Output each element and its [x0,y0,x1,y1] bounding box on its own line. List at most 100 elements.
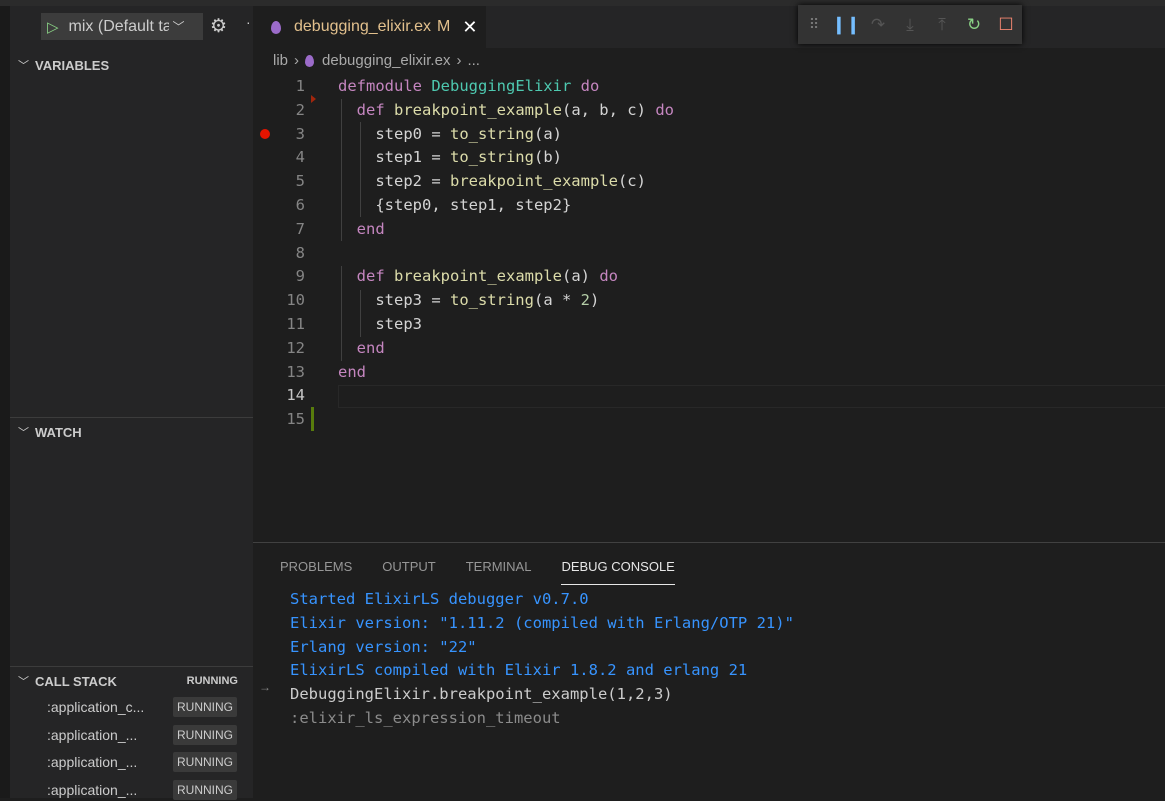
code-token: def [338,101,394,119]
code-line[interactable]: 7 end [253,218,1165,242]
code-token: end [338,339,385,357]
line-number: 11 [253,313,305,337]
code-line[interactable]: 6 {step0, step1, step2} [253,194,1165,218]
line-number: 10 [253,289,305,313]
frame-name: :application_... [47,782,162,798]
code-token: {step0, step1, step2} [338,196,571,214]
line-number: 1 [253,75,305,99]
code-line[interactable]: 4 step1 = to_string(b) [253,146,1165,170]
frame-status-badge: RUNNING [173,697,237,717]
line-number: 9 [253,265,305,289]
tab-problems[interactable]: PROBLEMS [280,559,352,585]
chevron-down-icon: ﹀ [18,57,29,73]
code-line[interactable]: 11 step3 [253,313,1165,337]
line-text: end [338,361,366,385]
code-token: to_string [450,125,534,143]
code-line[interactable]: 12 end [253,337,1165,361]
pause-icon[interactable]: ❙❙ [830,15,862,35]
code-token: to_string [450,148,534,166]
line-text: step2 = breakpoint_example(c) [338,170,646,194]
code-token: step0 = [338,125,450,143]
code-token: step3 = [338,291,450,309]
step-over-icon[interactable]: ↷ [862,15,894,35]
call-stack-frame[interactable]: :application_c...RUNNING [47,696,247,718]
bottom-panel: PROBLEMS OUTPUT TERMINAL DEBUG CONSOLE → St… [253,542,1165,798]
restart-icon[interactable]: ↻ [958,15,990,35]
code-line[interactable]: 15 [253,408,1165,432]
git-added-indicator [311,407,314,431]
debug-console-output: Started ElixirLS debugger v0.7.0Elixir v… [290,588,794,731]
stop-icon[interactable]: ☐ [990,15,1022,35]
code-token: breakpoint_example [394,101,562,119]
code-token: do [599,267,618,285]
run-config-select[interactable]: ▷ mix (Default ta ﹀ [41,13,203,40]
chevron-down-icon: ﹀ [18,673,29,689]
breadcrumb-more[interactable]: ... [467,52,480,69]
code-editor[interactable]: 1defmodule DebuggingElixir do2 def break… [253,75,1165,432]
line-number: 8 [253,242,305,266]
variables-title: VARIABLES [35,58,109,73]
tab-debugging-elixir[interactable]: debugging_elixir.ex M ✕ [253,6,486,48]
line-text: end [338,218,385,242]
close-icon[interactable]: ✕ [462,17,477,38]
line-text: def breakpoint_example(a, b, c) do [338,99,674,123]
code-token: (b) [534,148,562,166]
call-stack-frame[interactable]: :application_...RUNNING [47,724,247,746]
code-line[interactable]: 1defmodule DebuggingElixir do [253,75,1165,99]
call-stack-frame[interactable]: :application_... RUNNING [47,751,247,773]
watch-section-header[interactable]: ﹀ WATCH [10,421,253,443]
console-line: Erlang version: "22" [290,636,794,660]
chevron-right-icon: › [294,52,299,69]
more-icon[interactable]: · [246,14,251,30]
console-line: DebuggingElixir.breakpoint_example(1,2,3… [290,683,794,707]
tab-terminal[interactable]: TERMINAL [466,559,532,585]
line-number: 15 [253,408,305,432]
console-line: :elixir_ls_expression_timeout [290,707,794,731]
code-token: end [338,363,366,381]
code-line[interactable]: 14 [253,384,1165,408]
step-out-icon[interactable]: ⤒ [926,15,958,35]
code-line[interactable]: 10 step3 = to_string(a * 2) [253,289,1165,313]
code-token: breakpoint_example [394,267,562,285]
tab-output[interactable]: OUTPUT [382,559,435,585]
chevron-down-icon: ﹀ [18,424,29,440]
code-token: (a) [562,267,599,285]
code-line[interactable]: 5 step2 = breakpoint_example(c) [253,170,1165,194]
call-stack-title: CALL STACK [35,674,117,689]
variables-section-header[interactable]: ﹀ VARIABLES [10,54,253,76]
breadcrumb-file[interactable]: debugging_elixir.ex [322,52,450,69]
frame-name: :application_... [47,754,162,770]
console-line: Started ElixirLS debugger v0.7.0 [290,588,794,612]
drag-handle-icon[interactable]: ⠿ [798,16,830,33]
divider [10,666,253,667]
start-debugging-icon[interactable]: ▷ [47,18,59,36]
code-token: (c) [618,172,646,190]
code-token: do [655,101,674,119]
code-line[interactable]: 2 def breakpoint_example(a, b, c) do [253,99,1165,123]
breadcrumb-folder[interactable]: lib [273,52,288,69]
frame-status-badge: RUNNING [173,752,237,772]
line-text: step1 = to_string(b) [338,146,562,170]
code-token: step2 = [338,172,450,190]
code-token: do [581,77,600,95]
debug-toolbar: ⠿ ❙❙ ↷ ⤓ ⤒ ↻ ☐ [798,5,1022,44]
code-token: end [338,220,385,238]
breakpoint-icon[interactable] [260,129,270,139]
line-number: 6 [253,194,305,218]
modified-badge: M [437,18,450,36]
chevron-down-icon: ﹀ [173,18,185,35]
code-token: breakpoint_example [450,172,618,190]
code-line[interactable]: 8 [253,242,1165,266]
divider [10,417,253,418]
step-into-icon[interactable]: ⤓ [894,15,926,35]
line-number: 7 [253,218,305,242]
line-number: 5 [253,170,305,194]
breadcrumb: lib › debugging_elixir.ex › ... [273,52,480,69]
code-line[interactable]: 9 def breakpoint_example(a) do [253,265,1165,289]
code-line[interactable]: 3 step0 = to_string(a) [253,123,1165,147]
code-line[interactable]: 13end [253,361,1165,385]
activity-bar [0,6,10,798]
tab-debug-console[interactable]: DEBUG CONSOLE [561,559,674,585]
gear-icon[interactable]: ⚙ [210,15,227,38]
input-arrow-icon: → [259,680,271,694]
